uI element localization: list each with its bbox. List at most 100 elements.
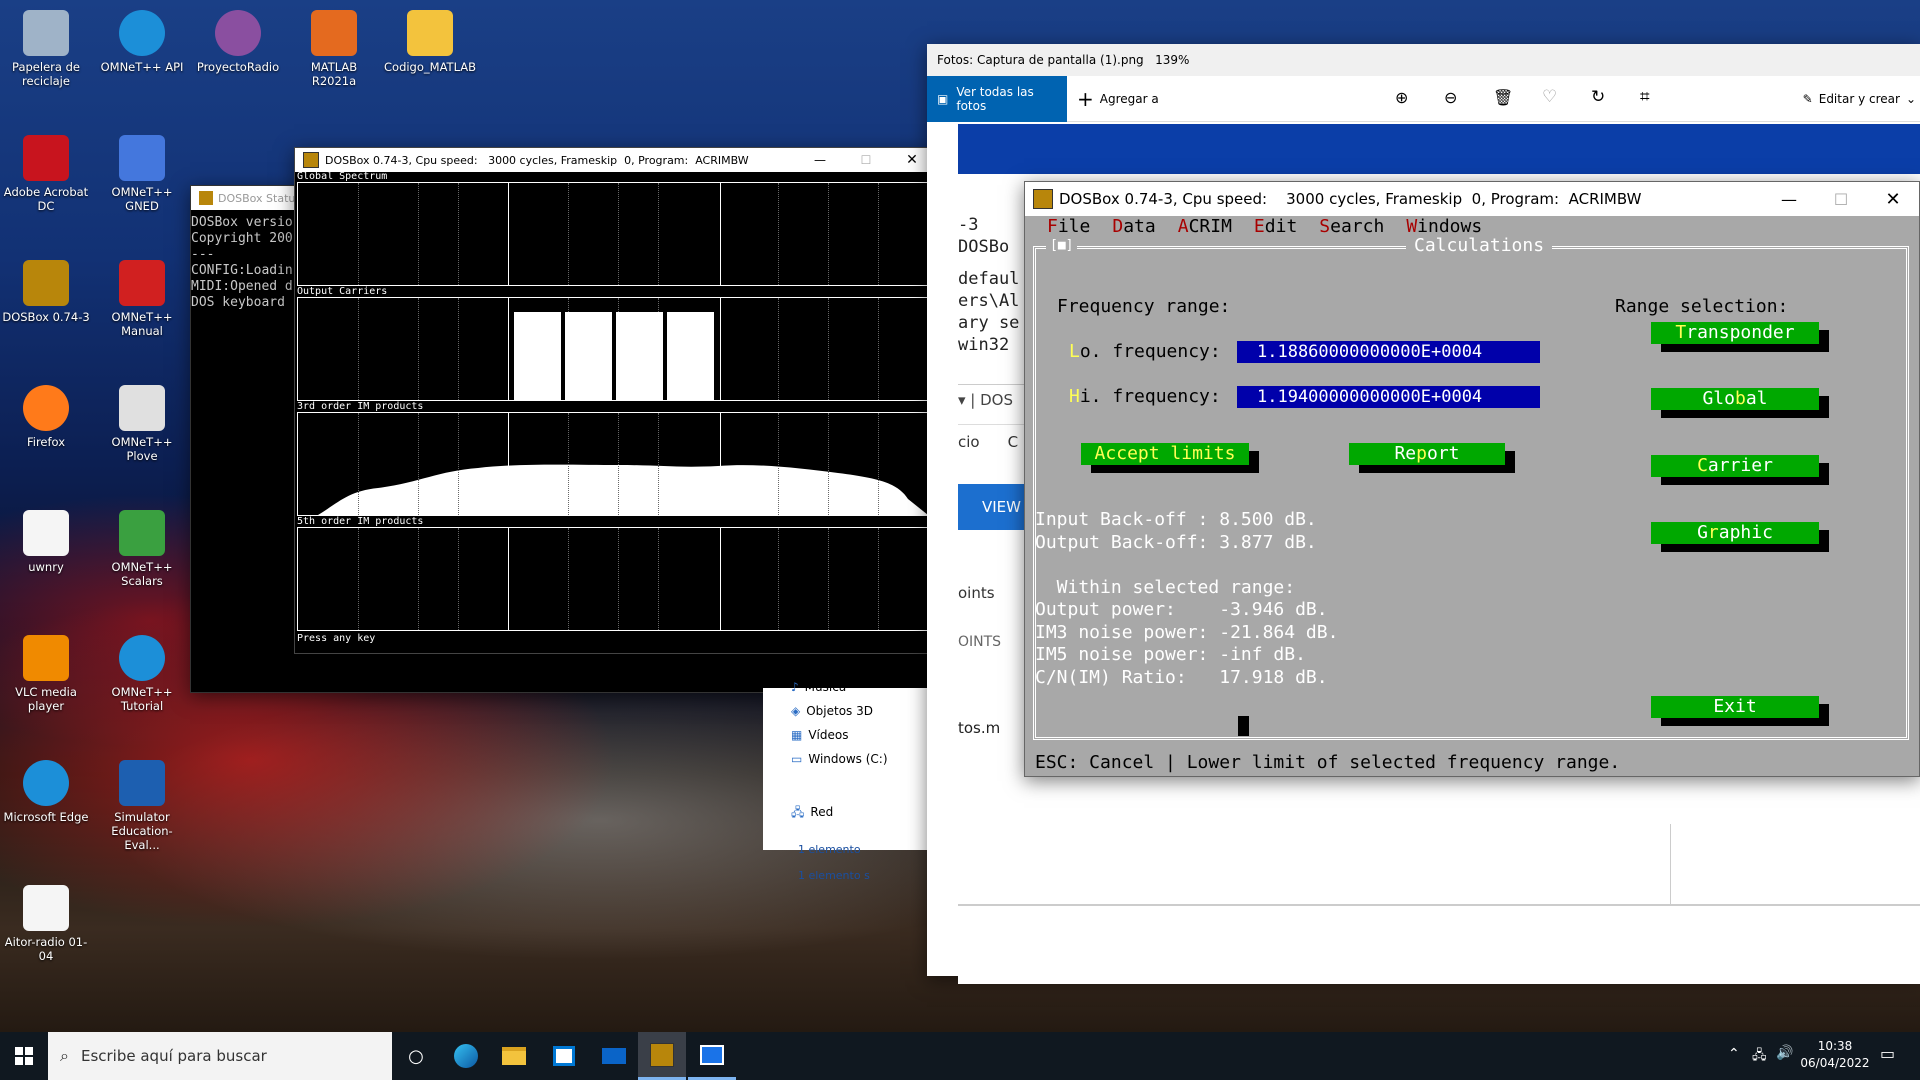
dosbox-graph-window[interactable]: DOSBox 0.74-3, Cpu speed: 3000 cycles, F… xyxy=(294,147,936,654)
add-to-button[interactable]: + Agregar a xyxy=(1077,76,1159,122)
zoom-out-icon[interactable]: ⊖ xyxy=(1444,88,1457,107)
hi-label-text: i. frequency: xyxy=(1079,386,1221,407)
desktop-icon[interactable]: Codigo_MATLAB xyxy=(384,6,476,74)
accept-limits-button[interactable]: Accept limits xyxy=(1081,443,1249,465)
mail-icon[interactable] xyxy=(590,1032,638,1080)
dialog-close-marker[interactable]: [■] xyxy=(1046,235,1078,257)
graph-title-bar[interactable]: DOSBox 0.74-3, Cpu speed: 3000 cycles, F… xyxy=(295,148,935,172)
minimize-button[interactable]: — xyxy=(797,148,843,172)
report-button[interactable]: Report xyxy=(1349,443,1505,465)
dos-menu-item[interactable]: Edit xyxy=(1254,216,1297,238)
volume-icon[interactable]: 🔊 xyxy=(1776,1045,1793,1061)
grid-dotted-line xyxy=(828,413,829,515)
photo-blue-band xyxy=(958,124,1920,174)
lo-frequency-input[interactable]: 1.18860000000000E+0004 xyxy=(1237,341,1540,363)
desktop-icon[interactable]: OMNeT++ Tutorial xyxy=(96,631,188,713)
pdf-icon xyxy=(119,260,165,306)
edit-create-button[interactable]: ✎ Editar y crear ⌄ xyxy=(1803,76,1920,122)
desktop-icon-label: VLC media player xyxy=(15,685,77,713)
desktop-icon[interactable]: uwnry xyxy=(0,506,92,574)
desktop-icon[interactable]: Simulator Education-Eval... xyxy=(96,756,188,852)
search-icon: ⌕ xyxy=(60,1046,69,1065)
explorer-nav-item[interactable]: ♪ Música xyxy=(791,680,846,694)
photos-taskbar-icon[interactable] xyxy=(688,1032,736,1080)
edge-taskbar-icon[interactable] xyxy=(442,1032,490,1080)
desktop-icon[interactable]: OMNeT++ Plove xyxy=(96,381,188,463)
desktop-icon-label: OMNeT++ Scalars xyxy=(111,560,173,588)
graph-area: Global Spectrum Output Carriers 3rd orde… xyxy=(297,172,933,652)
dos-status-bar: ESC: Cancel | Lower limit of selected fr… xyxy=(1035,752,1621,773)
desktop-icon-label: DOSBox 0.74-3 xyxy=(2,310,90,324)
desktop-icon-label: Simulator Education-Eval... xyxy=(111,810,173,852)
graphic-button[interactable]: Graphic xyxy=(1651,522,1819,544)
chevron-down-icon: ⌄ xyxy=(1905,92,1916,106)
minimize-button[interactable]: — xyxy=(1763,182,1815,216)
zoom-in-icon[interactable]: ⊕ xyxy=(1395,88,1408,107)
clock[interactable]: 10:38 06/04/2022 xyxy=(1800,1038,1870,1072)
desktop-icon[interactable]: MATLAB R2021a xyxy=(288,6,380,88)
acrim-window[interactable]: DOSBox 0.74-3, Cpu speed: 3000 cycles, F… xyxy=(1024,181,1920,777)
favorite-icon[interactable]: ♡ xyxy=(1542,87,1557,107)
explorer-nav-item[interactable]: ▦ Vídeos xyxy=(791,728,848,742)
start-button[interactable] xyxy=(0,1032,48,1080)
grid-dotted-line xyxy=(828,298,829,400)
delete-icon[interactable]: 🗑 xyxy=(1493,88,1513,107)
notifications-icon[interactable]: ▭ xyxy=(1880,1044,1895,1063)
maximize-button[interactable]: ☐ xyxy=(1815,182,1867,216)
lo-label-text: o. frequency: xyxy=(1079,341,1221,362)
search-placeholder: Escribe aquí para buscar xyxy=(80,1047,267,1065)
dos-menu-item[interactable]: Data xyxy=(1112,216,1155,238)
explorer-nav-label: Música xyxy=(804,680,847,694)
store-icon[interactable] xyxy=(540,1032,588,1080)
dosbox-taskbar-icon[interactable] xyxy=(638,1032,686,1080)
desktop-icon[interactable]: OMNeT++ Scalars xyxy=(96,506,188,588)
desktop-icon-label: OMNeT++ GNED xyxy=(111,185,173,213)
task-view-icon[interactable]: ○ xyxy=(392,1032,440,1080)
desktop-icon-label: Adobe Acrobat DC xyxy=(3,185,89,213)
photos-title-bar[interactable]: Fotos: Captura de pantalla (1).png 139% xyxy=(927,44,1920,76)
carrier-button[interactable]: Carrier xyxy=(1651,455,1819,477)
desktop-icon[interactable]: Firefox xyxy=(0,381,92,449)
transponder-button[interactable]: Transponder xyxy=(1651,322,1819,344)
desktop-icon[interactable]: Aitor-radio 01-04 xyxy=(0,881,92,963)
desktop-icon[interactable]: Microsoft Edge xyxy=(0,756,92,824)
press-any-key: Press any key xyxy=(297,633,376,644)
explorer-nav-item[interactable]: 🖧 Red xyxy=(791,803,833,824)
see-all-photos-button[interactable]: ▣ Ver todas las fotos xyxy=(927,76,1067,122)
acrim-title: DOSBox 0.74-3, Cpu speed: 3000 cycles, F… xyxy=(1059,190,1642,208)
grid-dotted-line xyxy=(878,528,879,630)
acrobat-icon xyxy=(23,135,69,181)
desktop-icon[interactable]: OMNeT++ Manual xyxy=(96,256,188,338)
file-explorer-icon[interactable] xyxy=(490,1032,538,1080)
explorer-fragment[interactable]: ♪ Música ◈ Objetos 3D ▦ Vídeos ▭ Windows (C:) 🖧 R… xyxy=(763,680,928,882)
desktop-icon-label: MATLAB R2021a xyxy=(310,60,358,88)
desktop-icon[interactable]: OMNeT++ GNED xyxy=(96,131,188,213)
dos-menu-item[interactable]: ACRIM xyxy=(1178,216,1232,238)
explorer-nav-label: Vídeos xyxy=(808,728,849,742)
global-button[interactable]: Global xyxy=(1651,388,1819,410)
crop-icon[interactable]: ⌗ xyxy=(1640,87,1650,107)
network-icon[interactable]: 🖧 xyxy=(1752,1046,1767,1068)
desktop-icon[interactable]: Papelera de reciclaje xyxy=(0,6,92,88)
tray-chevron-icon[interactable]: ⌃ xyxy=(1728,1046,1740,1062)
explorer-nav-item[interactable]: ▭ Windows (C:) xyxy=(791,752,888,766)
grid-dotted-line xyxy=(828,528,829,630)
explorer-nav-item[interactable]: ◈ Objetos 3D xyxy=(791,704,873,718)
panel-box xyxy=(297,412,931,516)
taskbar-search-box[interactable]: ⌕ Escribe aquí para buscar xyxy=(48,1032,392,1080)
rotate-icon[interactable]: ↻ xyxy=(1591,87,1605,107)
grid-dotted-line xyxy=(458,528,459,630)
desktop-icon[interactable]: VLC media player xyxy=(0,631,92,713)
report-rest: ort xyxy=(1427,443,1460,464)
maximize-button[interactable]: ☐ xyxy=(843,148,889,172)
exit-button[interactable]: Exit xyxy=(1651,696,1819,718)
close-button[interactable]: ✕ xyxy=(1867,182,1919,216)
desktop-icon[interactable]: Adobe Acrobat DC xyxy=(0,131,92,213)
grid-dotted-line xyxy=(878,298,879,400)
desktop-icon[interactable]: ProyectoRadio xyxy=(192,6,284,74)
acrim-title-bar[interactable]: DOSBox 0.74-3, Cpu speed: 3000 cycles, F… xyxy=(1025,182,1919,216)
dos-menu-item[interactable]: Search xyxy=(1319,216,1384,238)
desktop-icon[interactable]: OMNeT++ API xyxy=(96,6,188,74)
hi-frequency-input[interactable]: 1.19400000000000E+0004 xyxy=(1237,386,1540,408)
desktop-icon[interactable]: DOSBox 0.74-3 xyxy=(0,256,92,324)
